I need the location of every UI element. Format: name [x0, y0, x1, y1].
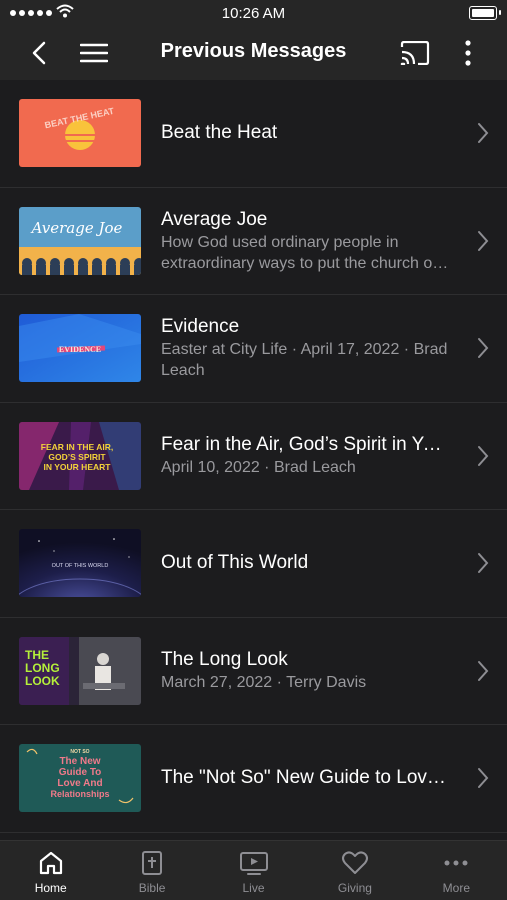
tab-live[interactable]: Live [203, 841, 304, 900]
message-thumbnail: BEAT THE HEAT [19, 99, 141, 167]
vertical-dots-icon [465, 40, 471, 66]
status-bar: 10:26 AM [0, 0, 507, 26]
message-row-not-so-new-guide[interactable]: NOT SO The New Guide To Love And Relatio… [0, 725, 507, 833]
svg-text:Average Joe: Average Joe [30, 219, 123, 237]
svg-text:Guide To: Guide To [59, 767, 102, 778]
svg-text:LONG: LONG [25, 661, 60, 675]
svg-text:OUT OF THIS WORLD: OUT OF THIS WORLD [52, 563, 109, 569]
cast-icon [400, 41, 430, 65]
svg-text:GOD’S SPIRIT: GOD’S SPIRIT [48, 452, 106, 462]
message-meta: April 10, 2022 · Brad Leach [161, 459, 356, 477]
svg-text:EVIDENCE: EVIDENCE [59, 345, 101, 354]
tab-bible[interactable]: Bible [101, 841, 202, 900]
tab-label: Home [34, 881, 67, 895]
nav-bar: Previous Messages [0, 26, 507, 80]
tab-bar: Home Bible Live Giving More [0, 840, 507, 900]
svg-text:NOT SO: NOT SO [70, 749, 89, 755]
message-title: Out of This World [161, 552, 309, 574]
message-row-out-of-this-world[interactable]: OUT OF THIS WORLD Out of This World [0, 510, 507, 618]
chevron-right-icon [478, 660, 489, 681]
message-title: Fear in the Air, God’s Spirit in Your He… [161, 434, 451, 456]
bible-icon [142, 851, 163, 875]
message-description: How God used ordinary people in extraord… [161, 233, 442, 272]
chevron-right-icon [478, 553, 489, 574]
message-row-beat-the-heat[interactable]: BEAT THE HEAT Beat the Heat [0, 80, 507, 188]
svg-text:THE: THE [25, 648, 49, 662]
chevron-right-icon [478, 123, 489, 144]
more-dots-icon [444, 860, 468, 866]
tab-more[interactable]: More [406, 841, 507, 900]
battery-icon [469, 6, 501, 20]
svg-text:Love And: Love And [57, 778, 102, 789]
message-meta: March 27, 2022 · Terry Davis [161, 674, 367, 692]
status-time: 10:26 AM [221, 5, 286, 22]
heart-icon [341, 851, 368, 874]
live-tv-icon [239, 852, 268, 875]
tab-label: Giving [337, 881, 372, 895]
svg-text:IN YOUR HEART: IN YOUR HEART [44, 462, 112, 472]
overflow-menu-button[interactable] [456, 26, 480, 80]
message-thumbnail: Average Joe [19, 206, 141, 275]
message-thumbnail: OUT OF THIS WORLD [19, 529, 141, 597]
svg-text:Relationships: Relationships [50, 789, 109, 799]
tab-label: More [442, 881, 470, 895]
message-title: Evidence [161, 316, 240, 338]
home-icon [39, 851, 62, 875]
tab-home[interactable]: Home [0, 841, 101, 900]
back-chevron-icon [32, 41, 46, 65]
message-thumbnail: NOT SO The New Guide To Love And Relatio… [19, 744, 141, 812]
tab-label: Live [242, 881, 265, 895]
message-row-average-joe[interactable]: Average Joe Average Joe How God used ord… [0, 188, 507, 295]
menu-button[interactable] [76, 26, 112, 80]
back-button[interactable] [22, 26, 56, 80]
chevron-right-icon [478, 768, 489, 789]
message-row-the-long-look[interactable]: THE LONG LOOK The Long Look March 27, 20… [0, 618, 507, 725]
svg-text:LOOK: LOOK [25, 674, 60, 688]
message-row-evidence[interactable]: EVIDENCE Evidence Easter at City Life · … [0, 295, 507, 403]
cast-button[interactable] [396, 26, 434, 80]
tab-giving[interactable]: Giving [304, 841, 405, 900]
tab-label: Bible [138, 881, 166, 895]
svg-text:The New: The New [59, 756, 100, 767]
message-title: Average Joe [161, 208, 268, 230]
message-thumbnail: THE LONG LOOK [19, 636, 141, 705]
message-title: Beat the Heat [161, 122, 278, 144]
message-list: BEAT THE HEAT Beat the Heat Average Joe … [0, 80, 507, 840]
message-thumbnail: EVIDENCE [19, 314, 141, 382]
message-row-fear-in-the-air[interactable]: FEAR IN THE AIR, GOD’S SPIRIT IN YOUR HE… [0, 403, 507, 510]
hamburger-icon [80, 43, 108, 63]
svg-text:FEAR IN THE AIR,: FEAR IN THE AIR, [41, 442, 113, 452]
message-title: The "Not So" New Guide to Love and Relat… [161, 767, 451, 789]
message-title: The Long Look [161, 649, 288, 671]
message-meta: Easter at City Life · April 17, 2022 · B… [161, 341, 448, 380]
chevron-right-icon [478, 338, 489, 359]
chevron-right-icon [478, 445, 489, 466]
chevron-right-icon [478, 230, 489, 251]
message-thumbnail: FEAR IN THE AIR, GOD’S SPIRIT IN YOUR HE… [19, 421, 141, 490]
